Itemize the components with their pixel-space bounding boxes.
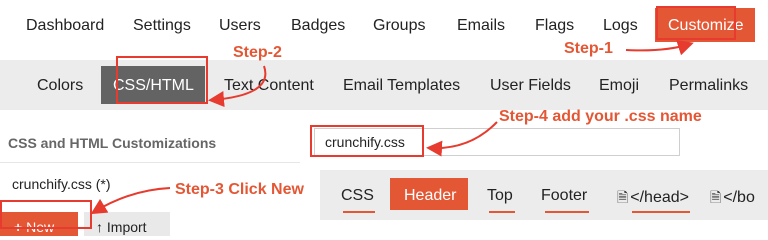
tab-top[interactable]: Top — [487, 187, 513, 205]
tab-top-underline — [489, 211, 515, 213]
nav-logs[interactable]: Logs — [603, 17, 638, 35]
tab-footer[interactable]: Footer — [541, 187, 587, 205]
import-button-label[interactable]: ↑ Import — [96, 219, 147, 235]
tab-header-label[interactable]: Header — [404, 187, 456, 205]
nav-badges[interactable]: Badges — [291, 17, 345, 35]
step3-annotation: Step-3 Click New — [175, 181, 304, 198]
tab-css[interactable]: CSS — [341, 187, 374, 205]
subnav-email-templates[interactable]: Email Templates — [343, 77, 460, 95]
tab-css-underline — [343, 211, 375, 213]
step1-annotation: Step-1 — [564, 40, 613, 57]
tab-body-close[interactable]: 🗎 </bo — [710, 187, 755, 211]
nav-groups[interactable]: Groups — [373, 17, 425, 35]
step2-annotation: Step-2 — [233, 44, 282, 61]
nav-emails[interactable]: Emails — [457, 17, 505, 35]
customization-list-item[interactable]: crunchify.css (*) — [12, 176, 111, 192]
nav-flags[interactable]: Flags — [535, 17, 574, 35]
subnav-emoji[interactable]: Emoji — [599, 77, 639, 95]
step1-arrow — [625, 40, 694, 56]
subnav-colors[interactable]: Colors — [37, 77, 83, 95]
subnav-text-content[interactable]: Text Content — [224, 77, 314, 95]
step4-annotation: Step-4 add your .css name — [499, 108, 702, 125]
document-icon: 🗎 — [617, 189, 629, 205]
nav-dashboard[interactable]: Dashboard — [26, 17, 104, 35]
tab-footer-underline — [545, 211, 589, 213]
subnav-user-fields[interactable]: User Fields — [490, 77, 571, 95]
document-icon: 🗎 — [710, 189, 722, 205]
upload-arrow-icon: ↑ — [96, 219, 103, 235]
subnav-permalinks[interactable]: Permalinks — [669, 77, 748, 95]
step2-highlight-box — [116, 56, 208, 104]
tab-head-underline — [632, 211, 690, 213]
nav-settings[interactable]: Settings — [133, 17, 191, 35]
step1-highlight-box — [656, 6, 736, 40]
customizations-title: CSS and HTML Customizations — [8, 135, 217, 151]
step4-highlight-box — [310, 125, 424, 157]
divider — [0, 162, 300, 163]
step3-highlight-box — [0, 200, 92, 229]
tab-head-close[interactable]: 🗎 </head> — [617, 187, 689, 211]
nav-users[interactable]: Users — [219, 17, 261, 35]
